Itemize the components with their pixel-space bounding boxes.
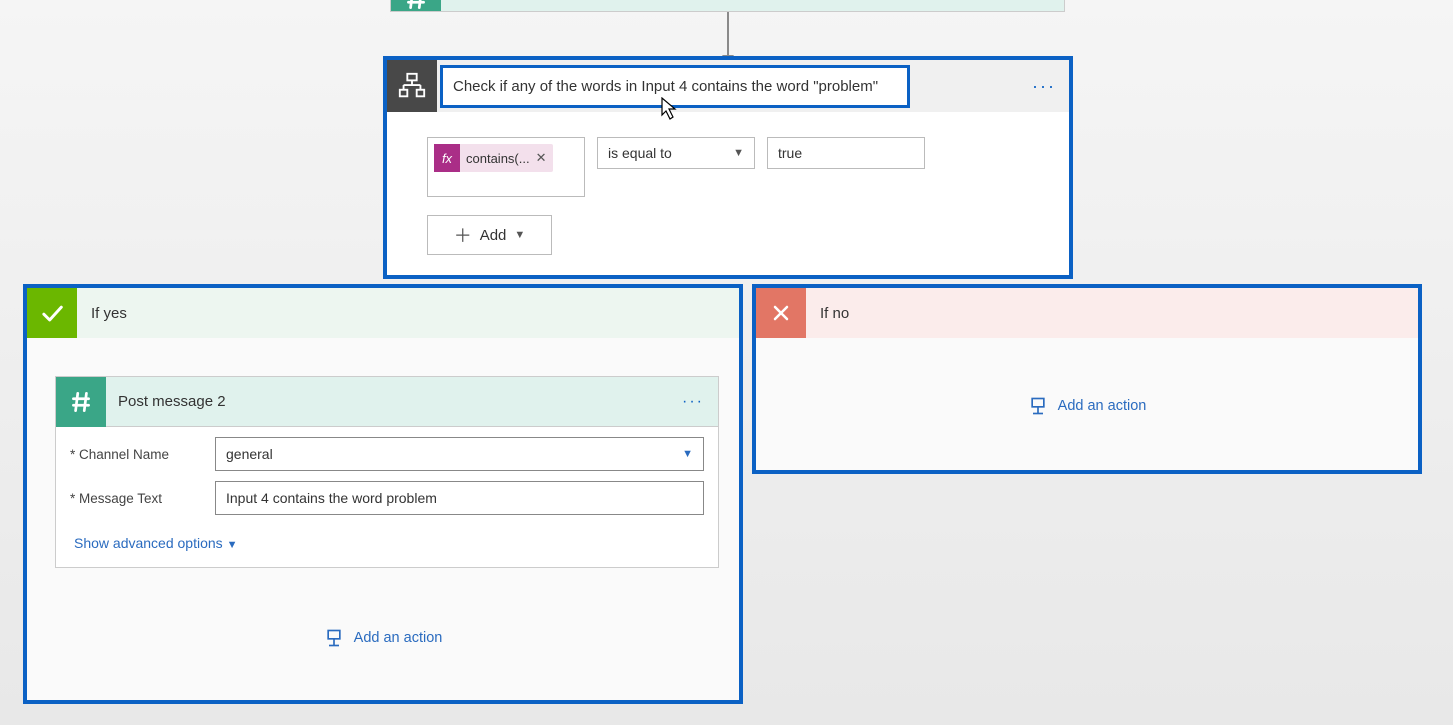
add-condition-button[interactable]: ＋ Add ▼ <box>427 215 552 255</box>
add-label: Add <box>480 227 507 244</box>
condition-right-value[interactable]: true <box>767 137 925 169</box>
if-yes-label: If yes <box>77 305 127 322</box>
action-menu-button[interactable]: ··· <box>668 393 718 411</box>
check-icon <box>27 288 77 338</box>
condition-title[interactable]: Check if any of the words in Input 4 con… <box>440 65 910 108</box>
value-text: true <box>778 145 802 161</box>
action-title: Post message 2 <box>106 393 668 410</box>
condition-icon <box>387 60 437 112</box>
message-text-label: * Message Text <box>70 491 215 506</box>
expression-text: contains(... <box>466 151 530 166</box>
condition-menu-button[interactable]: ··· <box>1019 76 1069 97</box>
expression-pill[interactable]: fx contains(... ✕ <box>434 144 553 172</box>
if-no-header[interactable]: If no <box>756 288 1418 338</box>
add-action-no[interactable]: Add an action <box>756 396 1418 416</box>
if-no-branch: If no Add an action <box>752 284 1422 474</box>
if-no-label: If no <box>806 305 849 322</box>
flow-connector <box>727 12 729 57</box>
post-message-2-header[interactable]: Post message 2 ··· <box>56 377 718 427</box>
message-text-value: Input 4 contains the word problem <box>226 490 437 506</box>
plus-icon: ＋ <box>454 222 472 248</box>
condition-header[interactable]: Check if any of the words in Input 4 con… <box>387 60 1069 112</box>
condition-operator-select[interactable]: is equal to ▼ <box>597 137 755 169</box>
show-advanced-label: Show advanced options <box>74 535 223 551</box>
channel-name-label: * Channel Name <box>70 447 215 462</box>
hash-icon <box>391 0 441 11</box>
remove-expression-icon[interactable]: ✕ <box>536 150 547 166</box>
condition-card: Check if any of the words in Input 4 con… <box>383 56 1073 279</box>
add-action-no-label: Add an action <box>1058 398 1147 414</box>
add-action-yes[interactable]: Add an action <box>27 628 739 648</box>
add-action-yes-label: Add an action <box>354 630 443 646</box>
condition-left-value[interactable]: fx contains(... ✕ <box>427 137 585 197</box>
message-text-input[interactable]: Input 4 contains the word problem <box>215 481 704 515</box>
if-yes-header[interactable]: If yes <box>27 288 739 338</box>
channel-name-select[interactable]: general ▼ <box>215 437 704 471</box>
operator-label: is equal to <box>608 145 672 161</box>
post-message-2-card: Post message 2 ··· * Channel Name genera… <box>55 376 719 568</box>
close-icon <box>756 288 806 338</box>
fx-icon: fx <box>434 144 460 172</box>
show-advanced-link[interactable]: Show advanced options ▼ <box>56 515 718 567</box>
hash-icon <box>56 377 106 427</box>
chevron-down-icon: ▼ <box>682 448 693 460</box>
if-yes-branch: If yes Post message 2 ··· * Channel Name… <box>23 284 743 704</box>
chevron-down-icon: ▼ <box>227 539 238 551</box>
chevron-down-icon: ▼ <box>514 229 525 241</box>
prev-action-card[interactable] <box>390 0 1065 12</box>
channel-name-value: general <box>226 446 273 462</box>
chevron-down-icon: ▼ <box>733 147 744 159</box>
